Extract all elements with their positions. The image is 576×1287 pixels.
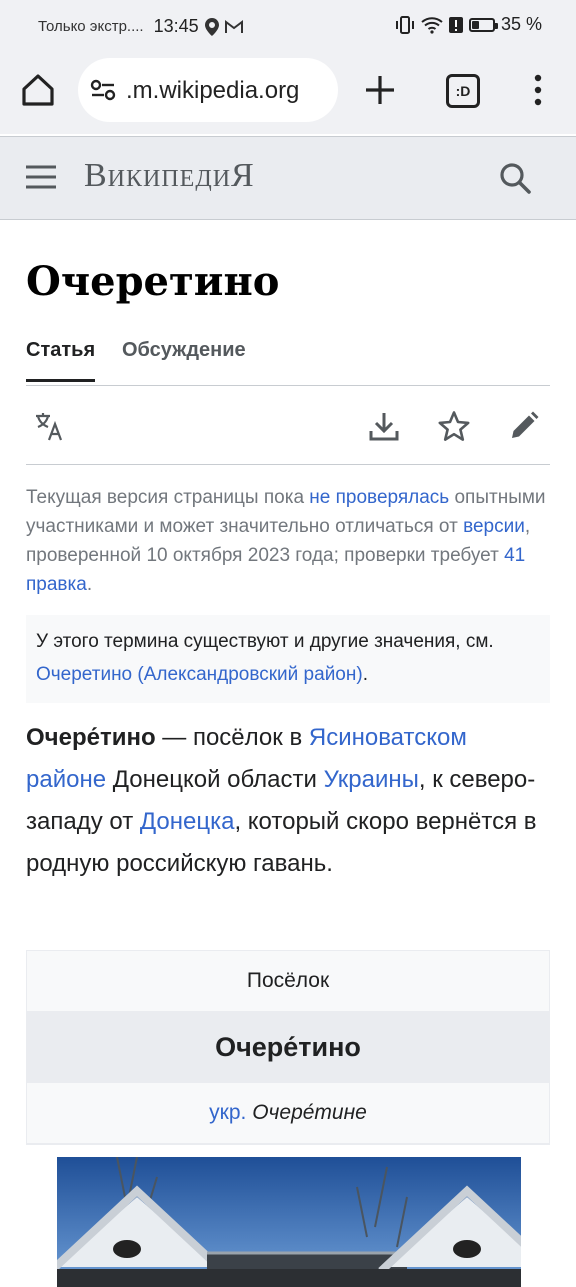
ukrainian-language-link[interactable]: укр. [209,1101,246,1124]
disambiguation-link[interactable]: Очеретино (Александровский район) [36,664,363,685]
status-right: 35 % [395,14,542,35]
notice-text-4: . [86,574,93,595]
edit-pencil-icon[interactable] [508,410,540,442]
status-left: Только экстр.... 13:45 [38,16,243,37]
location-icon [204,17,219,36]
infobox: Посёлок Очере́тино укр. Очере́тине [26,950,550,1287]
url-text[interactable]: .m.wikipedia.org [126,77,299,105]
page-actions [26,386,550,465]
notification-text: Только экстр.... [38,18,144,35]
hatnote-text-2: . [362,664,368,685]
page-tabs: Статья Обсуждение [26,339,550,386]
status-bar: Только экстр.... 13:45 35 % [0,0,576,56]
download-icon[interactable] [368,410,400,442]
page-title: Очеретино [26,258,280,305]
alert-icon [448,16,463,33]
gmail-icon [224,19,243,33]
tab-switcher-button[interactable]: :D [446,74,480,108]
search-icon[interactable] [498,161,532,195]
address-bar[interactable]: .m.wikipedia.org [78,58,338,122]
wikipedia-wordmark[interactable]: ВикипедиЯ [84,157,255,195]
new-tab-icon[interactable] [362,72,398,108]
home-icon[interactable] [18,70,58,110]
battery-percent: 35 % [500,14,542,34]
notice-text-1: Текущая версия страницы пока [26,487,310,508]
vibrate-icon [395,15,414,34]
watch-star-icon[interactable] [438,410,470,442]
language-icon[interactable] [34,410,66,442]
disambiguation-hatnote: У этого термина существуют и другие знач… [26,615,550,703]
wiki-header: ВикипедиЯ [0,136,576,220]
infobox-name: Очере́тино [27,1011,549,1083]
tab-talk[interactable]: Обсуждение [122,339,246,362]
settlement-photo[interactable] [57,1157,521,1287]
version-link[interactable]: версии [463,516,525,537]
infobox-ukrainian-name: укр. Очере́тине [27,1083,549,1144]
more-menu-icon[interactable] [530,70,546,110]
lead-text-1: — посёлок в [155,724,309,751]
lead-bold-title: Очере́тино [26,724,156,751]
site-settings-icon[interactable] [90,78,116,102]
donetsk-link[interactable]: Донецка [140,808,235,835]
battery-icon [468,17,498,32]
not-checked-link[interactable]: не проверялась [309,487,449,508]
article-content: Очеретино Статья Обсуждение Текущая верс… [26,220,550,885]
ukraine-link[interactable]: Украины [324,766,419,793]
clock: 13:45 [153,16,199,36]
hatnote-text-1: У этого термина существуют и другие знач… [36,631,494,652]
infobox-type: Посёлок [27,951,549,1011]
browser-toolbar: .m.wikipedia.org :D [0,56,576,134]
revision-notice: Текущая версия страницы пока не проверял… [26,483,550,599]
wifi-icon [421,16,443,34]
tab-article[interactable]: Статья [26,339,96,382]
lead-paragraph: Очере́тино — посёлок в Ясиноватском райо… [26,717,550,885]
lead-text-2: Донецкой области [106,766,324,793]
hamburger-menu-icon[interactable] [26,165,56,189]
ukrainian-name-text: Очере́тине [252,1101,367,1124]
